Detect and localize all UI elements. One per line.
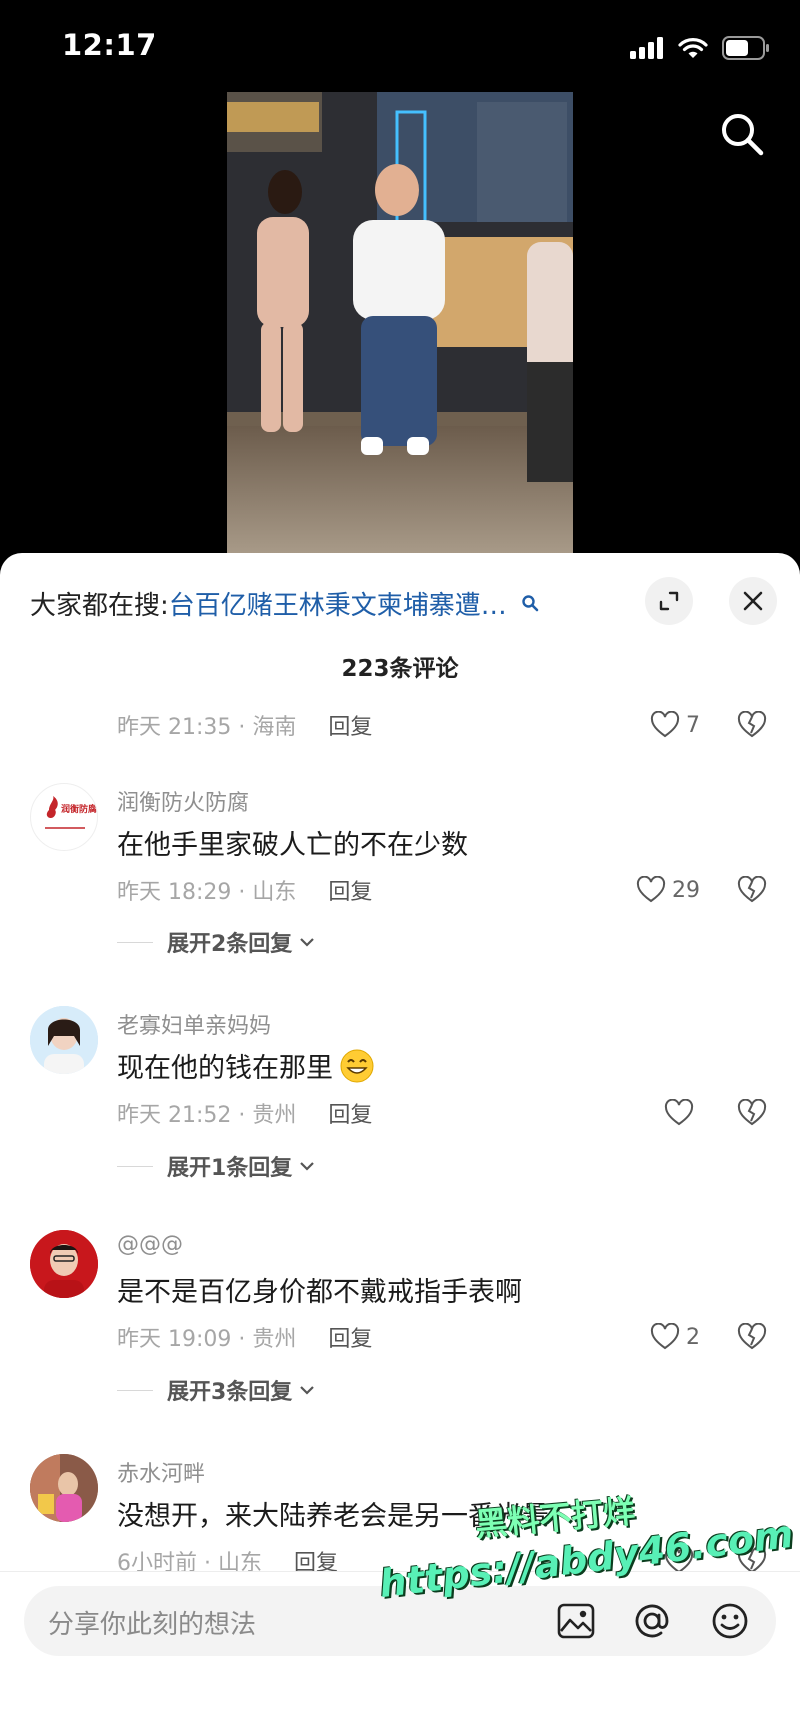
expand-replies-button[interactable]: 展开2条回复 xyxy=(117,926,316,958)
like-count: 29 xyxy=(672,877,700,903)
comment-time: 昨天 18:29 · 山东 xyxy=(117,880,297,905)
comment-input-placeholder: 分享你此刻的想法 xyxy=(48,1610,257,1640)
broken-heart-icon xyxy=(737,1323,767,1350)
video-frame xyxy=(227,92,573,554)
comment-time: 昨天 21:35 · 海南 xyxy=(117,715,297,740)
chevron-down-icon xyxy=(300,1162,315,1171)
image-button[interactable] xyxy=(556,1601,596,1641)
video-player[interactable] xyxy=(227,92,573,554)
avatar-photo xyxy=(30,1454,98,1522)
emoji-icon xyxy=(712,1603,748,1639)
avatar-photo xyxy=(30,1230,98,1298)
comment-text: 现在他的钱在那里 xyxy=(117,1046,375,1085)
dislike-button[interactable] xyxy=(734,708,770,742)
divider-line xyxy=(117,1389,153,1391)
close-button[interactable] xyxy=(729,577,777,625)
dislike-button[interactable] xyxy=(734,1320,770,1354)
battery-icon xyxy=(722,36,769,60)
divider-line xyxy=(117,941,153,943)
like-button[interactable]: 7 xyxy=(650,708,700,742)
comment-meta: 昨天 18:29 · 山东 回复 xyxy=(117,873,372,907)
comment-author[interactable]: 润衡防火防腐 xyxy=(117,785,249,817)
reply-button[interactable]: 回复 xyxy=(328,1321,372,1353)
comment-text-content: 现在他的钱在那里 xyxy=(117,1053,333,1084)
expand-replies-label: 展开3条回复 xyxy=(167,1380,293,1405)
comment-text: 在他手里家破人亡的不在少数 xyxy=(117,830,468,861)
avatar[interactable]: 润衡防腐 xyxy=(30,783,98,851)
broken-heart-icon xyxy=(737,711,767,738)
status-time: 12:17 xyxy=(62,28,157,62)
expand-button[interactable] xyxy=(645,577,693,625)
divider-line xyxy=(117,1165,153,1167)
avatar-brand-text: 润衡防腐 xyxy=(61,805,98,815)
avatar[interactable] xyxy=(30,1454,98,1522)
broken-heart-icon xyxy=(737,1099,767,1126)
at-sign-icon xyxy=(635,1604,669,1638)
expand-replies-label: 展开1条回复 xyxy=(167,1156,293,1181)
trending-prefix: 大家都在搜: xyxy=(30,590,169,621)
expand-replies-label: 展开2条回复 xyxy=(167,932,293,957)
like-button[interactable]: 29 xyxy=(636,873,700,907)
like-count: 7 xyxy=(686,712,700,738)
emoji-button[interactable] xyxy=(710,1601,750,1641)
broken-heart-icon xyxy=(737,876,767,903)
comment-text: 是不是百亿身价都不戴戒指手表啊 xyxy=(117,1277,522,1308)
like-button[interactable]: 2 xyxy=(650,1320,700,1354)
expand-replies-button[interactable]: 展开3条回复 xyxy=(117,1374,316,1406)
comment-count: 223条评论 xyxy=(341,656,459,682)
comment-author[interactable]: 老寡妇单亲妈妈 xyxy=(117,1008,271,1040)
avatar-photo xyxy=(30,1006,98,1074)
heart-icon xyxy=(650,711,680,738)
heart-icon xyxy=(636,876,666,903)
wifi-icon xyxy=(678,38,708,58)
heart-icon xyxy=(650,1323,680,1350)
like-button[interactable] xyxy=(664,1096,700,1130)
comment-meta: 昨天 21:35 · 海南 回复 xyxy=(117,708,372,742)
reply-button[interactable]: 回复 xyxy=(328,1097,372,1129)
comment-meta: 昨天 21:52 · 贵州 回复 xyxy=(117,1096,372,1130)
status-icons xyxy=(630,36,770,60)
search-icon xyxy=(722,114,764,156)
trending-query[interactable]: 台百亿赌王林秉文柬埔寨遭… xyxy=(169,585,507,622)
expand-replies-button[interactable]: 展开1条回复 xyxy=(117,1150,316,1182)
reply-button[interactable]: 回复 xyxy=(328,709,372,741)
heart-icon xyxy=(664,1099,694,1126)
avatar[interactable] xyxy=(30,1006,98,1074)
expand-icon xyxy=(659,591,679,611)
mention-button[interactable] xyxy=(632,1601,672,1641)
cellular-signal-icon xyxy=(630,37,663,59)
comment-author[interactable]: @@@ xyxy=(117,1232,183,1257)
search-small-icon xyxy=(522,595,539,612)
chevron-down-icon xyxy=(300,1386,315,1395)
dislike-button[interactable] xyxy=(734,1096,770,1130)
close-icon xyxy=(743,591,763,611)
avatar[interactable] xyxy=(30,1230,98,1298)
status-bar: 12:17 xyxy=(0,0,800,92)
smile-emoji-icon xyxy=(340,1049,374,1082)
comment-time: 昨天 19:09 · 贵州 xyxy=(117,1327,297,1352)
dislike-button[interactable] xyxy=(734,873,770,907)
image-icon xyxy=(557,1603,595,1639)
trending-search[interactable]: 大家都在搜: 台百亿赌王林秉文柬埔寨遭… xyxy=(30,583,610,623)
brand-logo-icon xyxy=(45,796,85,829)
reply-button[interactable]: 回复 xyxy=(328,874,372,906)
chevron-down-icon xyxy=(300,938,315,947)
comment-author[interactable]: 赤水河畔 xyxy=(117,1456,205,1488)
like-count: 2 xyxy=(686,1324,700,1350)
search-button[interactable] xyxy=(718,110,766,158)
comment-time: 昨天 21:52 · 贵州 xyxy=(117,1103,297,1128)
comment-meta: 昨天 19:09 · 贵州 回复 xyxy=(117,1320,372,1354)
